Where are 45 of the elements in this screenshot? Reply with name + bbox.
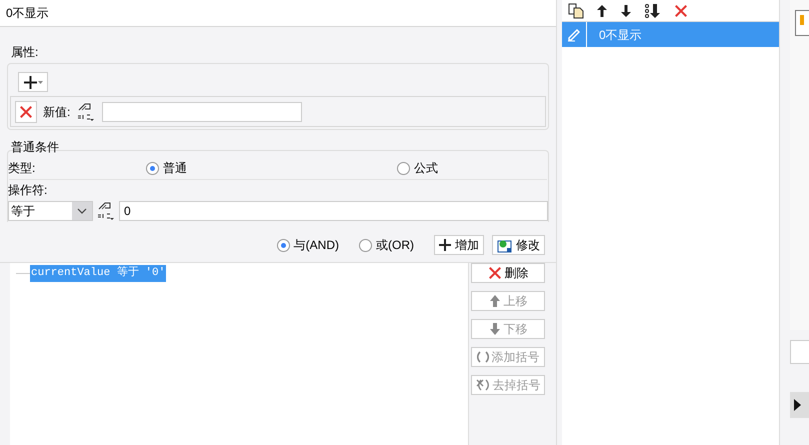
radio-label: 与(AND) xyxy=(294,237,339,254)
field-label: 操作符: xyxy=(8,182,48,199)
radio-label: 公式 xyxy=(414,160,438,177)
play-icon[interactable] xyxy=(794,399,801,411)
radio-button[interactable] xyxy=(359,238,372,252)
move-to-bottom-icon[interactable] xyxy=(644,2,662,18)
add-button[interactable]: 增加 xyxy=(434,235,484,255)
arrow-down-icon xyxy=(488,322,501,336)
edit-gear-icon xyxy=(497,238,512,252)
delete-button[interactable] xyxy=(15,100,37,122)
arrow-up-icon xyxy=(488,294,501,308)
delete-button[interactable]: 删除 xyxy=(471,263,545,283)
window-title: 0不显示 xyxy=(6,5,49,22)
caret-icon xyxy=(38,80,42,84)
close-icon xyxy=(19,104,33,118)
group-label: 普通条件 xyxy=(11,140,59,154)
add-dropdown-button[interactable] xyxy=(18,72,48,92)
delete-icon xyxy=(674,4,688,18)
radio-button[interactable] xyxy=(146,162,159,174)
text-format-icon[interactable] xyxy=(76,102,96,122)
operator-dropdown[interactable]: 等于 xyxy=(8,201,93,221)
radio-button[interactable] xyxy=(276,238,290,252)
tree-item[interactable]: currentValue 等于 '0' xyxy=(30,265,166,282)
chevron-down-icon xyxy=(77,208,87,214)
value-field[interactable]: 0 xyxy=(119,201,548,221)
new-value-field[interactable] xyxy=(102,102,302,122)
list-item[interactable]: 0不显示 xyxy=(562,22,779,47)
plus-icon xyxy=(24,76,36,88)
arrow-down-icon[interactable] xyxy=(620,4,632,18)
radio-label: 普通 xyxy=(163,160,187,177)
pencil-icon xyxy=(567,28,581,42)
list-item-label: 0不显示 xyxy=(598,26,642,44)
copy-icon[interactable] xyxy=(568,2,584,18)
field-label: 类型: xyxy=(8,160,36,177)
radio-label: 或(OR) xyxy=(376,237,414,254)
radio-button[interactable] xyxy=(397,162,410,174)
remove-brackets-icon xyxy=(476,379,490,391)
field-label: 新值: xyxy=(43,104,70,120)
text-format-icon[interactable] xyxy=(96,201,116,221)
brackets-icon xyxy=(476,351,489,363)
edit-button[interactable]: 修改 xyxy=(492,235,545,255)
plus-icon xyxy=(439,239,451,251)
group-label: 属性: xyxy=(11,45,38,59)
delete-icon xyxy=(488,266,502,280)
arrow-up-icon[interactable] xyxy=(596,4,608,18)
